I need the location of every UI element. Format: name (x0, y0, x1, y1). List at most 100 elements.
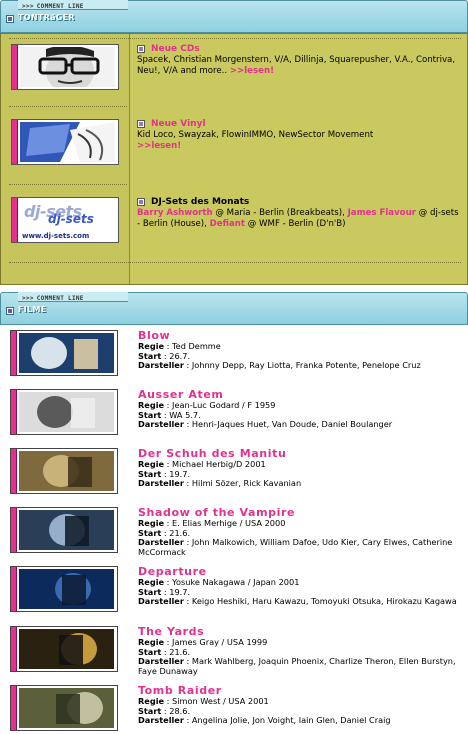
separator: : (183, 419, 192, 429)
darsteller-value: Keigo Heshiki, Haru Kawazu, Tomoyuki Ots… (191, 596, 457, 606)
start-label: Start (138, 646, 162, 657)
film-thumbnail[interactable] (10, 389, 118, 435)
start-value: 26.7. (169, 350, 191, 361)
bullet-square-icon (137, 120, 145, 128)
separator: : (164, 518, 173, 528)
film-still-image (19, 569, 114, 609)
film-thumbnail[interactable] (10, 507, 118, 553)
separator: : (164, 577, 173, 587)
music-item-vinyl: Neue Vinyl Kid Loco, Swayzak, FlowinIMMO… (137, 119, 461, 152)
separator: : (164, 459, 173, 469)
separator: : (164, 400, 173, 410)
thumb-pink-strip (11, 390, 17, 434)
read-more-link[interactable]: >>lesen! (230, 66, 274, 76)
thumb-pink-strip (11, 449, 17, 493)
regie-label: Regie (138, 341, 165, 351)
darsteller-label: Darsteller (138, 419, 184, 429)
film-still-image (19, 510, 114, 550)
regie-label: Regie (138, 459, 165, 469)
dj-name-link[interactable]: Defiant (210, 219, 245, 229)
cd-thumbnail[interactable] (11, 44, 119, 90)
start-value: 21.6. (169, 646, 191, 657)
header-subtitle: >>> COMMENT LINE (22, 3, 84, 10)
music-item-text: Kid Loco, Swayzak, FlowinIMMO, NewSector… (137, 130, 461, 152)
music-item-text: Spacek, Christian Morgenstern, V/A, Dill… (137, 55, 461, 77)
film-cast-row: Darsteller : Hilmi Sözer, Rick Kavanian (138, 478, 460, 489)
section-title: TONTRäGER (18, 13, 75, 22)
darsteller-value: Johnny Depp, Ray Liotta, Franka Potente,… (191, 360, 421, 370)
film-still-image (19, 688, 114, 728)
dotted-divider (9, 38, 461, 39)
music-body-text: Spacek, Christian Morgenstern, V/A, Dill… (137, 55, 456, 76)
bullet-square-icon (137, 45, 145, 53)
darsteller-value: Hilmi Sözer, Rick Kavanian (191, 478, 302, 488)
separator: : (183, 715, 192, 725)
regie-value: James Gray / USA 1999 (172, 637, 268, 647)
film-item: Shadow of the Vampire Regie : E. Elias Me… (138, 507, 460, 557)
cd-cover-image (20, 47, 115, 87)
dj-venue-text: @ WMF - Berlin (D'n'B) (244, 219, 346, 229)
film-cast-row: Darsteller : John Malkowich, William Daf… (138, 537, 460, 557)
dj-name-link[interactable]: James Flavour (348, 208, 416, 218)
film-thumbnail[interactable] (10, 330, 118, 376)
thumb-pink-strip (12, 120, 18, 164)
darsteller-label: Darsteller (138, 596, 184, 606)
panel-divider (129, 34, 130, 284)
start-label: Start (138, 468, 162, 479)
start-value: 21.6. (169, 527, 191, 538)
thumb-pink-strip (11, 686, 17, 730)
start-label: Start (138, 350, 162, 361)
film-thumbnail[interactable] (10, 448, 118, 494)
film-still-image (19, 392, 114, 432)
music-heading-label[interactable]: Neue Vinyl (151, 119, 206, 129)
dotted-divider (9, 106, 127, 107)
film-cast-row: Darsteller : Mark Wahlberg, Joaquin Phoe… (138, 656, 460, 676)
music-heading-label[interactable]: Neue CDs (151, 44, 200, 54)
darsteller-label: Darsteller (138, 360, 184, 370)
separator: : (164, 696, 173, 706)
bullet-square-icon (137, 198, 145, 206)
regie-value: Yosuke Nakagawa / Japan 2001 (172, 577, 300, 587)
dotted-divider (9, 262, 461, 263)
film-cast-row: Darsteller : Johnny Depp, Ray Liotta, Fr… (138, 360, 460, 371)
regie-value: E. Elias Merhige / USA 2000 (172, 518, 286, 528)
start-label: Start (138, 409, 162, 420)
dj-sets-thumbnail[interactable]: dj-sets dj-sets www.dj-sets.com (11, 197, 119, 243)
film-thumbnail[interactable] (10, 626, 118, 672)
regie-value: Simon West / USA 2001 (172, 696, 269, 706)
section-square-icon (6, 15, 14, 23)
regie-value: Ted Demme (172, 341, 221, 351)
film-thumbnail[interactable] (10, 566, 118, 612)
film-thumbnail[interactable] (10, 685, 118, 731)
regie-value: Michael Herbig/D 2001 (172, 459, 266, 469)
darsteller-value: Angelina Jolie, Jon Voight, Iain Glen, D… (191, 715, 391, 725)
start-value: 28.6. (169, 705, 191, 716)
start-value: WA 5.7. (169, 409, 201, 420)
thumb-pink-strip (11, 331, 17, 375)
music-item-heading: Neue CDs (137, 44, 461, 54)
section-title: FILME (18, 305, 47, 314)
film-item: Tomb Raider Regie : Simon West / USA 2001… (138, 685, 460, 726)
separator: : (164, 341, 173, 351)
film-item: The Yards Regie : James Gray / USA 1999 St… (138, 626, 460, 676)
vinyl-cover-image (20, 122, 115, 162)
dj-sets-logo: dj-sets dj-sets www.dj-sets.com (20, 200, 115, 240)
thumb-pink-strip (11, 508, 17, 552)
music-item-djsets: DJ-Sets des Monats Barry Ashworth @ Mari… (137, 197, 461, 230)
thumb-pink-strip (12, 198, 18, 242)
film-cast-row: Darsteller : Henri-Jaques Huet, Van Doud… (138, 419, 460, 430)
read-more-link[interactable]: >>lesen! (137, 141, 181, 151)
dj-name-link[interactable]: Barry Ashworth (137, 208, 213, 218)
logo-url: www.dj-sets.com (22, 232, 90, 240)
filme-header: >>> COMMENT LINE FILME (0, 292, 468, 325)
thumb-pink-strip (11, 567, 17, 611)
darsteller-value: Henri-Jaques Huet, Van Doude, Daniel Bou… (191, 419, 393, 429)
regie-label: Regie (138, 577, 165, 587)
music-item-text: Barry Ashworth @ Maria - Berlin (Breakbe… (137, 208, 461, 230)
start-label: Start (138, 705, 162, 716)
start-label: Start (138, 527, 162, 538)
dotted-divider (9, 184, 127, 185)
film-still-image (19, 629, 114, 669)
tontraeger-header: >>> COMMENT LINE TONTRäGER (0, 0, 468, 33)
vinyl-thumbnail[interactable] (11, 119, 119, 165)
